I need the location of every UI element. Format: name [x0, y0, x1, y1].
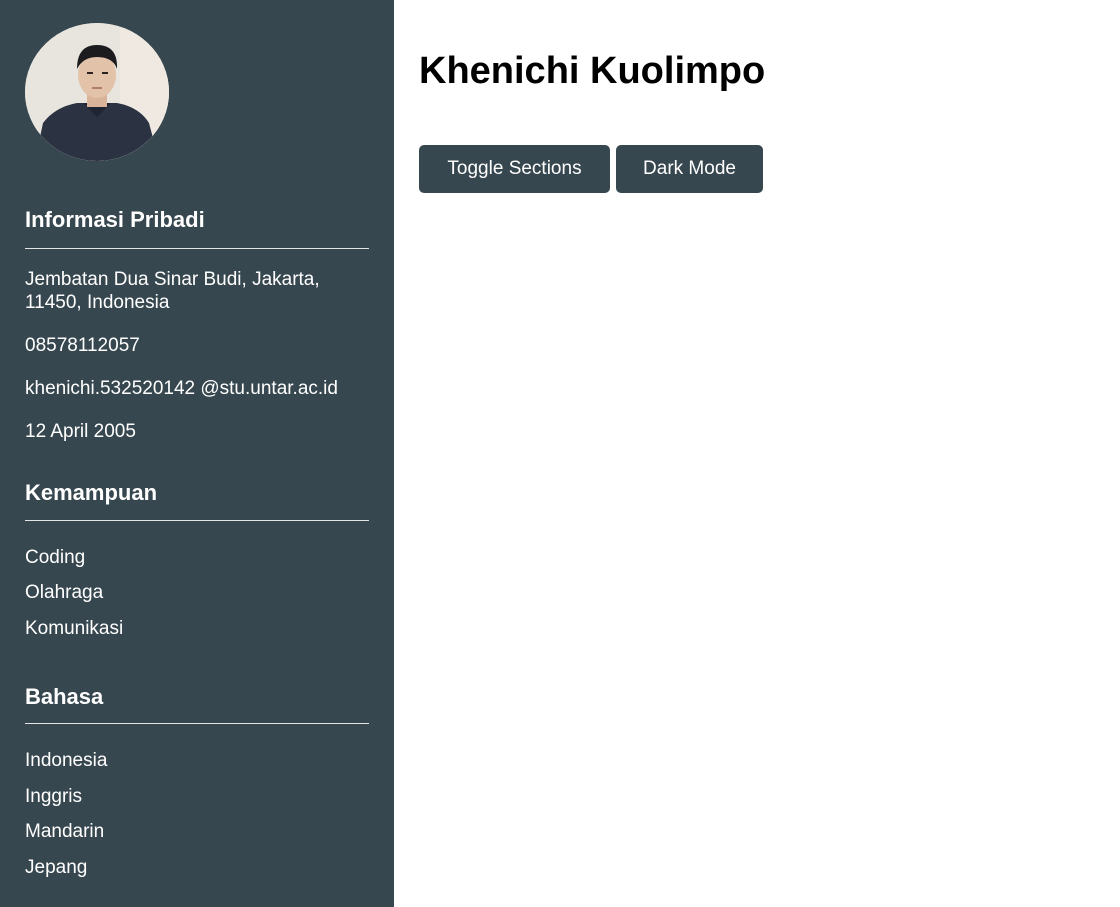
- birthdate-text: 12 April 2005: [25, 421, 136, 442]
- phone-text: 08578112057: [25, 335, 140, 356]
- skill-item: Coding: [25, 547, 86, 568]
- divider: [25, 248, 369, 249]
- page-title: Khenichi Kuolimpo: [419, 50, 766, 92]
- dark-mode-button[interactable]: Dark Mode: [616, 145, 763, 193]
- divider: [25, 723, 369, 724]
- language-item: Indonesia: [25, 750, 108, 771]
- page: Informasi Pribadi Jembatan Dua Sinar Bud…: [0, 0, 1120, 907]
- skill-item: Olahraga: [25, 582, 104, 603]
- personal-info-heading: Informasi Pribadi: [25, 207, 205, 232]
- main-content: Khenichi Kuolimpo Toggle Sections Dark M…: [394, 0, 1120, 907]
- skill-item: Komunikasi: [25, 618, 124, 639]
- language-item: Mandarin: [25, 821, 105, 842]
- divider: [25, 520, 369, 521]
- language-item: Jepang: [25, 857, 88, 878]
- skills-heading: Kemampuan: [25, 480, 158, 505]
- email-text: khenichi.532520142 @stu.untar.ac.id: [25, 378, 338, 399]
- languages-heading: Bahasa: [25, 684, 104, 709]
- profile-photo: [25, 23, 169, 161]
- sidebar: Informasi Pribadi Jembatan Dua Sinar Bud…: [0, 0, 394, 907]
- toggle-sections-button[interactable]: Toggle Sections: [419, 145, 610, 193]
- address-text: Jembatan Dua Sinar Budi, Jakarta, 11450,…: [25, 269, 320, 313]
- language-item: Inggris: [25, 786, 83, 807]
